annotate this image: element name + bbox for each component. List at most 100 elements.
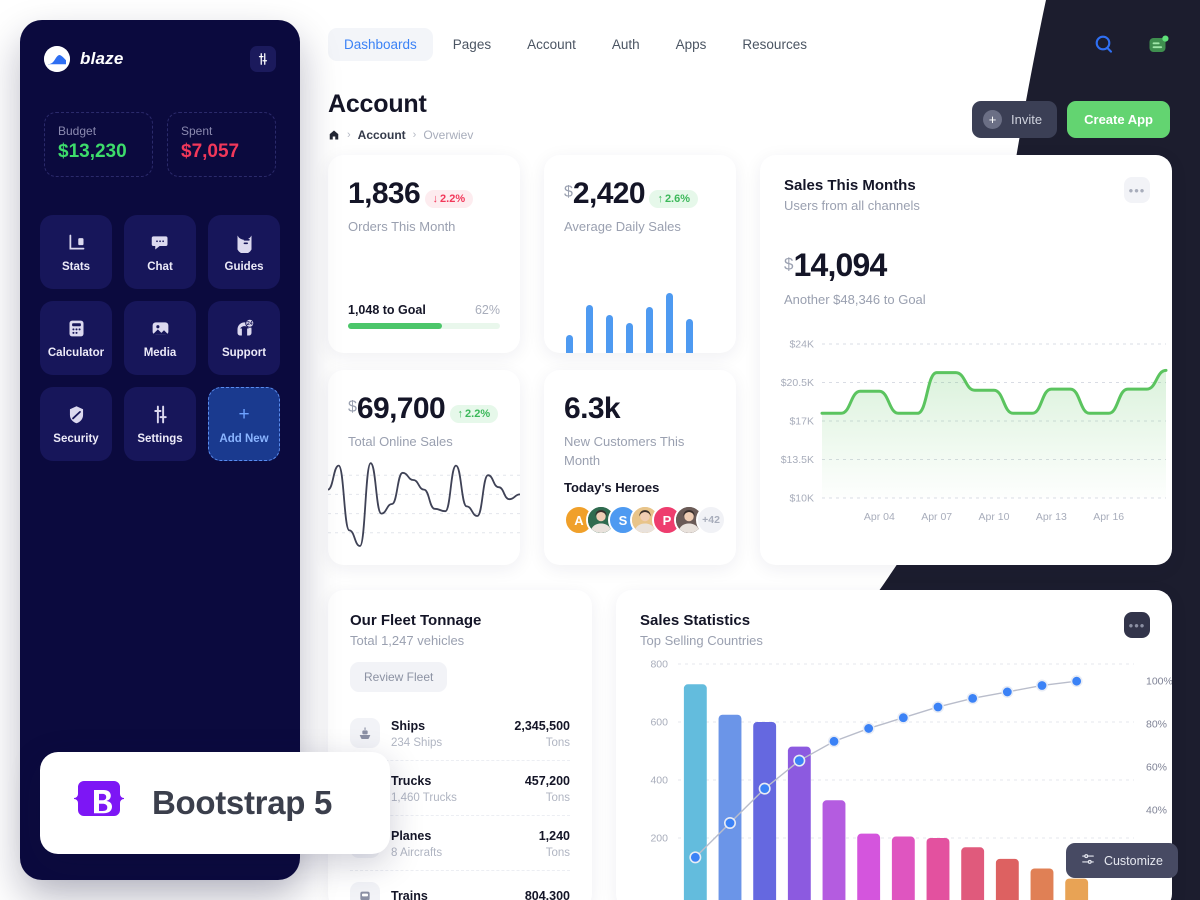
svg-text:800: 800	[650, 659, 668, 671]
nav-item-resources[interactable]: Resources	[726, 28, 823, 61]
svg-text:$13.5K: $13.5K	[781, 454, 814, 466]
budget-label: Budget	[58, 124, 97, 138]
sparkbar	[606, 315, 613, 353]
review-fleet-button[interactable]: Review Fleet	[350, 662, 448, 692]
book-icon	[233, 232, 255, 254]
sidebar-tile-security[interactable]: Security	[40, 387, 112, 461]
card-new-customers: 6.3k New Customers This Month Today's He…	[544, 370, 736, 565]
avatar-overflow-count[interactable]: +42	[696, 505, 726, 535]
sliders-icon	[1081, 852, 1095, 869]
sidebar-tile-calculator[interactable]: Calculator	[40, 301, 112, 375]
card-average-daily-sales: $2,420 ↑ 2.6% Average Daily Sales	[544, 155, 736, 353]
budget-value: $13,230	[58, 141, 127, 162]
sidebar-tile-label: Security	[53, 432, 99, 445]
svg-text:$20.5K: $20.5K	[781, 377, 814, 389]
arrow-down-icon: ↓	[432, 192, 439, 205]
breadcrumb-separator-2: ›	[412, 129, 417, 141]
stats-title: Sales Statistics	[640, 612, 751, 629]
fleet-tonnage: 2,345,500	[514, 719, 570, 733]
svg-text:40%: 40%	[1146, 805, 1167, 817]
nav-item-auth[interactable]: Auth	[596, 28, 656, 61]
svg-text:Apr 07: Apr 07	[921, 511, 952, 523]
arrow-up-icon: ↑	[657, 192, 663, 205]
sidebar-tile-settings[interactable]: Settings	[124, 387, 196, 461]
fleet-count: 234 Ships	[391, 737, 443, 749]
sparkbar	[686, 319, 693, 353]
top-navigation: Dashboards Pages Account Auth Apps Resou…	[328, 28, 823, 61]
sidebar-tile-label: Settings	[137, 432, 183, 445]
orders-goal-row: 1,048 to Goal 62%	[348, 303, 500, 317]
orders-subtitle: Orders This Month	[348, 219, 456, 234]
sidebar-tile-label: Support	[221, 346, 267, 359]
sidebar-tile-stats[interactable]: Stats	[40, 215, 112, 289]
budget-card: Budget $13,230	[44, 112, 153, 177]
sales-amount-row: $14,094	[784, 247, 1148, 284]
svg-text:400: 400	[650, 775, 668, 787]
customers-subtitle: New Customers This Month	[564, 434, 685, 468]
customize-label: Customize	[1103, 853, 1163, 868]
train-icon	[350, 882, 380, 900]
top-icon-bar	[1092, 33, 1170, 57]
fleet-row[interactable]: Trains 804,300	[350, 870, 570, 900]
chat-bubble-icon	[149, 232, 171, 254]
online-change-badge: ↑ 2.2%	[449, 404, 499, 423]
orders-change-value: 2.2%	[440, 192, 466, 205]
sidebar-tile-chat[interactable]: Chat	[124, 215, 196, 289]
customize-button[interactable]: Customize	[1065, 843, 1178, 878]
svg-text:Apr 16: Apr 16	[1093, 511, 1124, 523]
brand[interactable]: blaze	[44, 46, 124, 72]
budget-summary: Budget $13,230 Spent $7,057	[20, 72, 300, 177]
breadcrumb-separator-1: ›	[347, 129, 351, 141]
invite-button[interactable]: + Invite	[972, 101, 1058, 138]
orders-progress-fill	[348, 323, 443, 329]
sidebar-tile-support[interactable]: 24 Support	[208, 301, 280, 375]
sidebar-tile-label: Calculator	[47, 346, 105, 359]
online-currency-symbol: $	[348, 398, 357, 416]
sidebar-settings-button[interactable]	[250, 46, 276, 72]
dashboard-page: Dashboards Pages Account Auth Apps Resou…	[0, 0, 1200, 900]
fleet-tonnage: 804,300	[524, 889, 570, 900]
fleet-row[interactable]: Ships 234 Ships 2,345,500 Tons	[350, 706, 570, 760]
sidebar-tile-add-new[interactable]: + Add New	[208, 387, 280, 461]
sidebar-tile-grid: Stats Chat Guides Calculator Media 24 Support S…	[20, 177, 300, 461]
nav-item-account[interactable]: Account	[511, 28, 592, 61]
online-kpi-row: $69,700 ↑ 2.2%	[348, 392, 500, 426]
shield-icon	[65, 404, 87, 426]
nav-item-apps[interactable]: Apps	[660, 28, 723, 61]
stats-card-menu-button[interactable]: •••	[1124, 612, 1150, 638]
svg-text:100%: 100%	[1146, 676, 1172, 688]
orders-kpi-row: 1,836 ↓ 2.2%	[348, 177, 500, 211]
blaze-logo-icon	[44, 46, 70, 72]
breadcrumb: › Account › Overwiev	[328, 128, 473, 142]
notes-icon[interactable]	[1146, 33, 1170, 57]
nav-item-dashboards[interactable]: Dashboards	[328, 28, 433, 61]
fleet-subtitle: Total 1,247 vehicles	[350, 633, 465, 648]
card-orders-this-month: 1,836 ↓ 2.2% Orders This Month 1,048 to G…	[328, 155, 520, 353]
svg-text:Apr 04: Apr 04	[864, 511, 895, 523]
header-actions: + Invite Create App	[972, 101, 1170, 138]
search-icon[interactable]	[1092, 33, 1116, 57]
sidebar-tile-media[interactable]: Media	[124, 301, 196, 375]
home-icon[interactable]	[328, 129, 340, 141]
sales-amount: 14,094	[793, 247, 887, 283]
card-total-online-sales: $69,700 ↑ 2.2% Total Online Sales	[328, 370, 520, 565]
fleet-unit: Tons	[545, 737, 570, 749]
orders-goal-text: 1,048 to Goal	[348, 303, 426, 317]
sparkbar	[666, 293, 673, 353]
breadcrumb-link-account[interactable]: Account	[358, 128, 406, 142]
spent-card: Spent $7,057	[167, 112, 276, 177]
avg-subtitle: Average Daily Sales	[564, 219, 681, 234]
orders-progress-bar	[348, 323, 500, 329]
orders-goal-percent: 62%	[474, 303, 500, 317]
sidebar-tile-label: Chat	[147, 260, 173, 273]
sales-card-menu-button[interactable]: •••	[1124, 177, 1150, 203]
nav-item-pages[interactable]: Pages	[437, 28, 507, 61]
avg-kpi-row: $2,420 ↑ 2.6%	[564, 177, 716, 211]
avg-currency-symbol: $	[564, 183, 573, 201]
svg-text:$17K: $17K	[789, 416, 814, 428]
sidebar-tile-guides[interactable]: Guides	[208, 215, 280, 289]
svg-text:600: 600	[650, 717, 668, 729]
invite-label: Invite	[1011, 112, 1043, 127]
sidebar-tile-label: Media	[143, 346, 177, 359]
create-app-button[interactable]: Create App	[1067, 101, 1170, 138]
